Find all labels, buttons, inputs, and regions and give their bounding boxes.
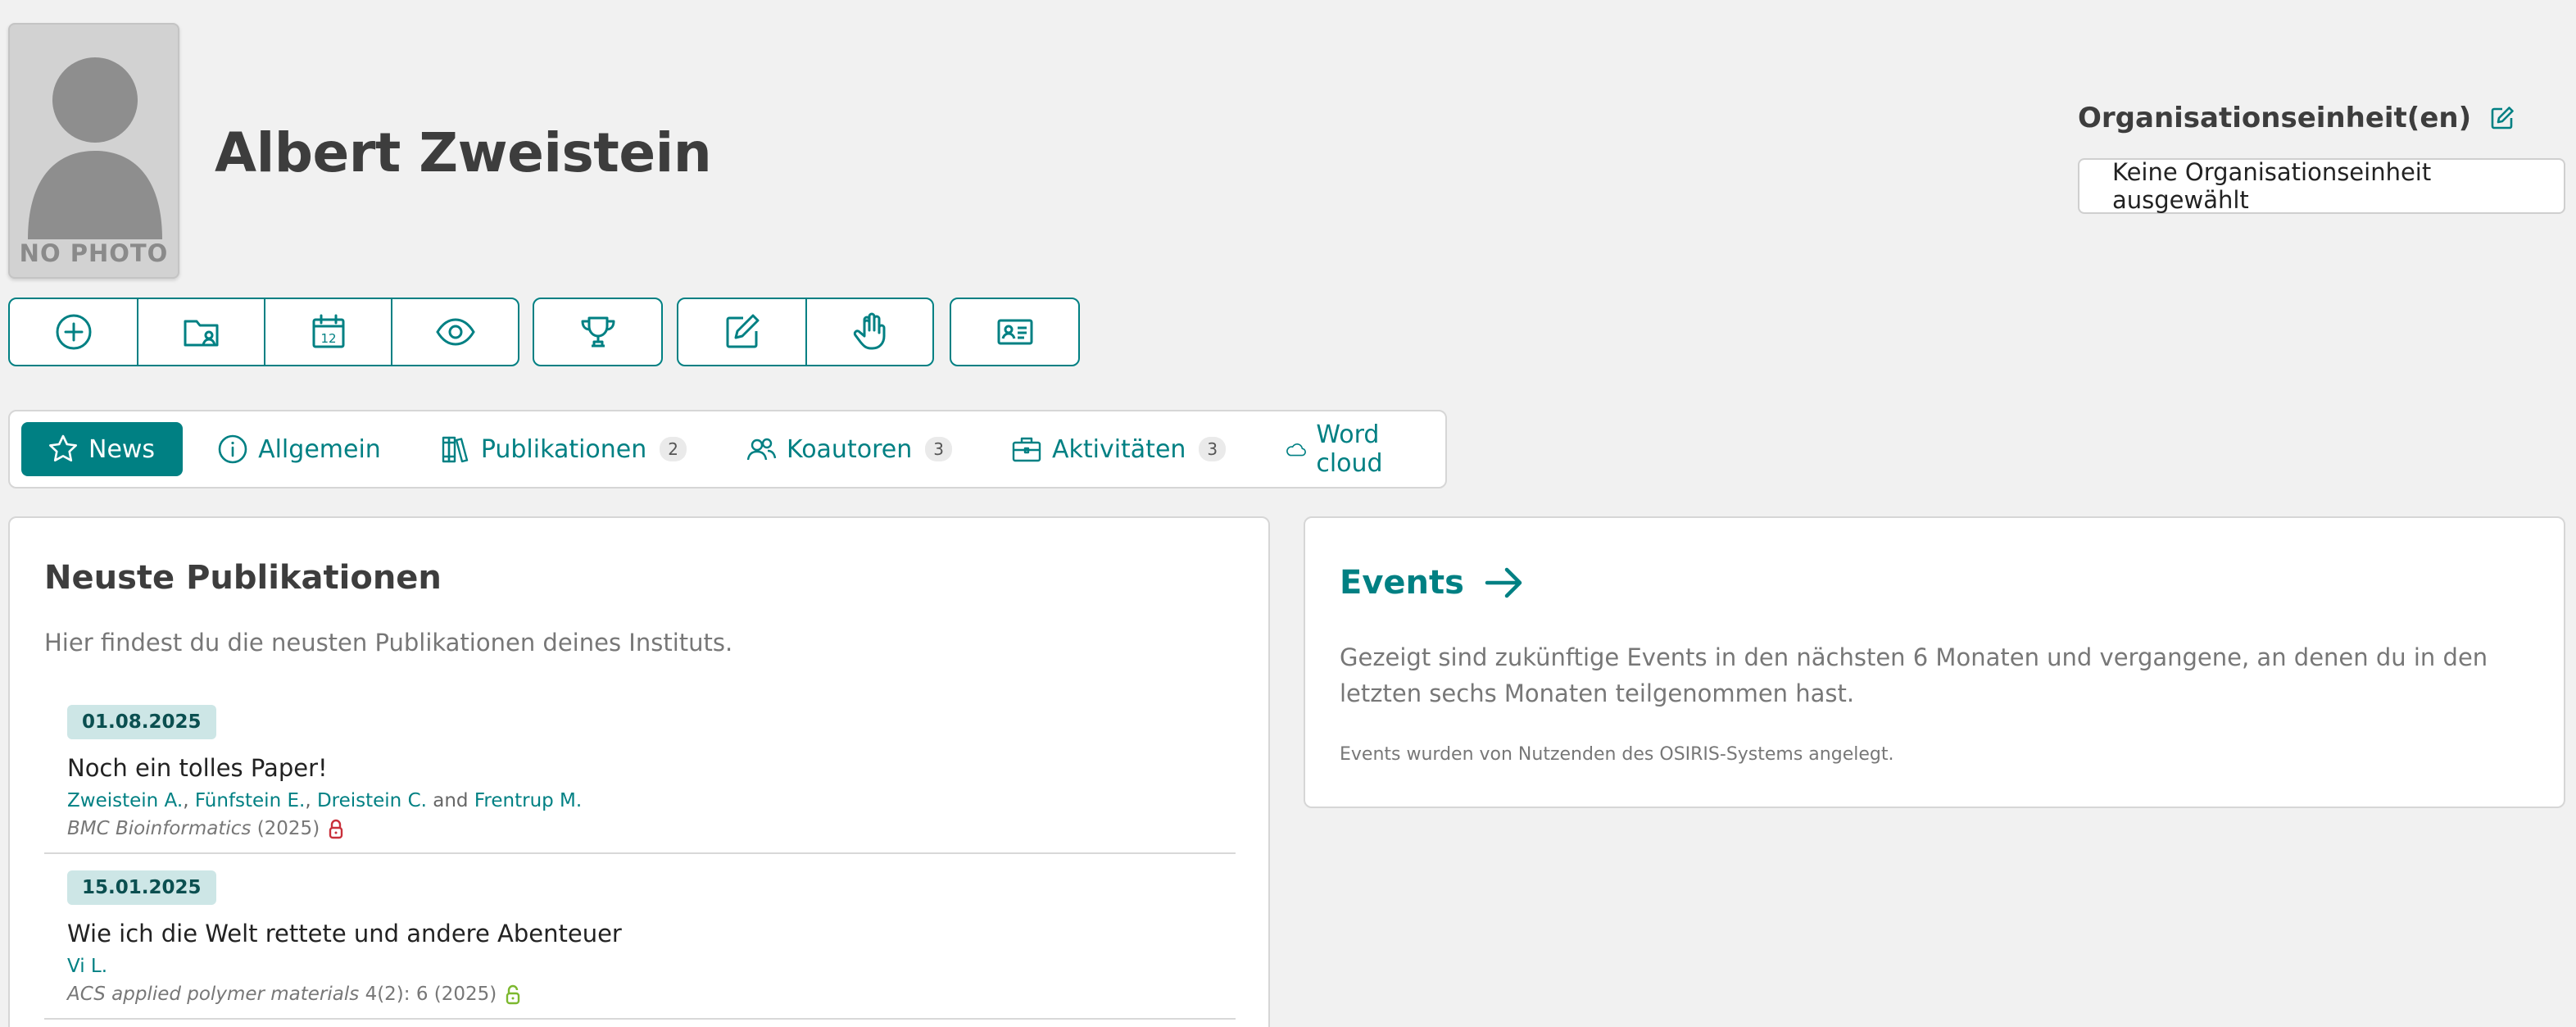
events-card: Events Gezeigt sind zukünftige Events in… bbox=[1304, 516, 2565, 808]
publication-date-badge: 15.01.2025 bbox=[67, 870, 216, 905]
trophy-button[interactable] bbox=[534, 299, 661, 365]
books-icon bbox=[442, 436, 469, 463]
id-card-button[interactable] bbox=[951, 299, 1078, 365]
org-unit-value[interactable]: Keine Organisationseinheit ausgewählt bbox=[2078, 158, 2565, 214]
tab-count-badge: 3 bbox=[1199, 437, 1227, 461]
publication-item[interactable]: 15.01.2025 Wie ich die Welt rettete und … bbox=[44, 870, 1236, 1020]
tab-label: Publikationen bbox=[480, 434, 647, 464]
users-icon bbox=[746, 438, 777, 461]
trophy-icon bbox=[581, 316, 615, 348]
tab-count-badge: 3 bbox=[925, 437, 952, 461]
hand-button[interactable] bbox=[805, 299, 932, 365]
author-link[interactable]: Frentrup M. bbox=[474, 790, 582, 811]
hand-icon bbox=[853, 312, 885, 350]
toolbar-group-card bbox=[950, 298, 1080, 366]
calendar-12-icon: 12 bbox=[312, 314, 344, 348]
publication-journal: BMC Bioinformatics (2025) bbox=[67, 818, 344, 839]
author-link[interactable]: Zweistein A. bbox=[67, 790, 183, 811]
publication-journal: ACS applied polymer materials 4(2): 6 (2… bbox=[67, 984, 521, 1005]
publication-authors: Zweistein A., Fünfstein E., Dreistein C.… bbox=[67, 790, 583, 811]
author-link[interactable]: Fünfstein E. bbox=[195, 790, 306, 811]
info-icon bbox=[218, 434, 247, 464]
add-circle-icon bbox=[56, 314, 91, 350]
profile-tabs: News Allgemein Publikationen 2 Koautoren… bbox=[8, 410, 1447, 489]
view-button[interactable] bbox=[391, 299, 518, 365]
org-unit-title: Organisationseinheit(en) bbox=[2078, 102, 2472, 134]
journal-details: 4(2): 6 (2025) bbox=[365, 984, 497, 1005]
publication-date-badge: 01.08.2025 bbox=[67, 705, 216, 739]
toolbar-group-achievements bbox=[533, 298, 663, 366]
briefcase-icon bbox=[1012, 437, 1041, 462]
eye-icon bbox=[435, 318, 475, 346]
toolbar-group-edit bbox=[677, 298, 934, 366]
author-link[interactable]: Vi L. bbox=[67, 956, 107, 977]
cloud-icon bbox=[1286, 443, 1307, 457]
closed-access-lock-icon bbox=[328, 818, 344, 839]
tab-label: Word cloud bbox=[1316, 420, 1383, 478]
profile-photo-placeholder: NO PHOTO bbox=[8, 23, 179, 279]
org-unit-heading: Organisationseinheit(en) bbox=[2078, 102, 2515, 134]
tab-label: Aktivitäten bbox=[1051, 434, 1186, 464]
no-photo-label: NO PHOTO bbox=[19, 239, 169, 267]
tab-label: Allgemein bbox=[258, 434, 381, 464]
edit-icon bbox=[726, 314, 759, 348]
calendar-button[interactable]: 12 bbox=[264, 299, 391, 365]
journal-name: BMC Bioinformatics bbox=[67, 818, 252, 839]
tab-count-badge: 2 bbox=[660, 437, 687, 461]
journal-name: ACS applied polymer materials bbox=[67, 984, 360, 1005]
person-name: Albert Zweistein bbox=[215, 121, 712, 184]
card-description: Hier findest du die neusten Publikatione… bbox=[44, 629, 733, 657]
id-card-icon bbox=[997, 319, 1032, 345]
publication-item[interactable]: 01.08.2025 Noch ein tolles Paper! Zweist… bbox=[44, 705, 1236, 854]
edit-profile-button[interactable] bbox=[678, 299, 805, 365]
arrow-right-icon bbox=[1485, 567, 1522, 598]
card-description: Gezeigt sind zukünftige Events in den nä… bbox=[1340, 643, 2488, 707]
tab-label: Koautoren bbox=[787, 434, 913, 464]
publication-title[interactable]: Noch ein tolles Paper! bbox=[67, 754, 328, 782]
org-unit-value-text: Keine Organisationseinheit ausgewählt bbox=[2112, 158, 2432, 214]
folder-user-button[interactable] bbox=[137, 299, 264, 365]
edit-icon[interactable] bbox=[2489, 105, 2515, 131]
events-link[interactable]: Events bbox=[1340, 564, 1525, 602]
journal-details: (2025) bbox=[256, 818, 320, 839]
latest-publications-card: Neuste Publikationen Hier findest du die… bbox=[8, 516, 1270, 1027]
publication-authors: Vi L. bbox=[67, 956, 107, 977]
svg-text:12: 12 bbox=[320, 331, 336, 346]
tab-aktivitaeten[interactable]: Aktivitäten 3 bbox=[986, 422, 1250, 476]
publication-title[interactable]: Wie ich die Welt rettete und andere Aben… bbox=[67, 920, 622, 947]
tab-koautoren[interactable]: Koautoren 3 bbox=[721, 422, 977, 476]
tab-allgemein[interactable]: Allgemein bbox=[193, 422, 406, 476]
card-title: Neuste Publikationen bbox=[44, 559, 442, 597]
star-icon bbox=[49, 434, 77, 461]
card-title: Events bbox=[1340, 564, 1464, 602]
toolbar-group-main: 12 bbox=[8, 298, 519, 366]
add-button[interactable] bbox=[10, 299, 137, 365]
events-note: Events wurden von Nutzenden des OSIRIS-S… bbox=[1340, 744, 1894, 765]
tab-label: News bbox=[88, 434, 156, 464]
tab-news[interactable]: News bbox=[21, 422, 184, 476]
tab-word-cloud[interactable]: Word cloud bbox=[1260, 420, 1435, 478]
author-link[interactable]: Dreistein C. bbox=[317, 790, 427, 811]
tab-publikationen[interactable]: Publikationen 2 bbox=[415, 422, 711, 476]
open-access-lock-icon bbox=[505, 984, 521, 1005]
folder-user-icon bbox=[184, 320, 218, 347]
